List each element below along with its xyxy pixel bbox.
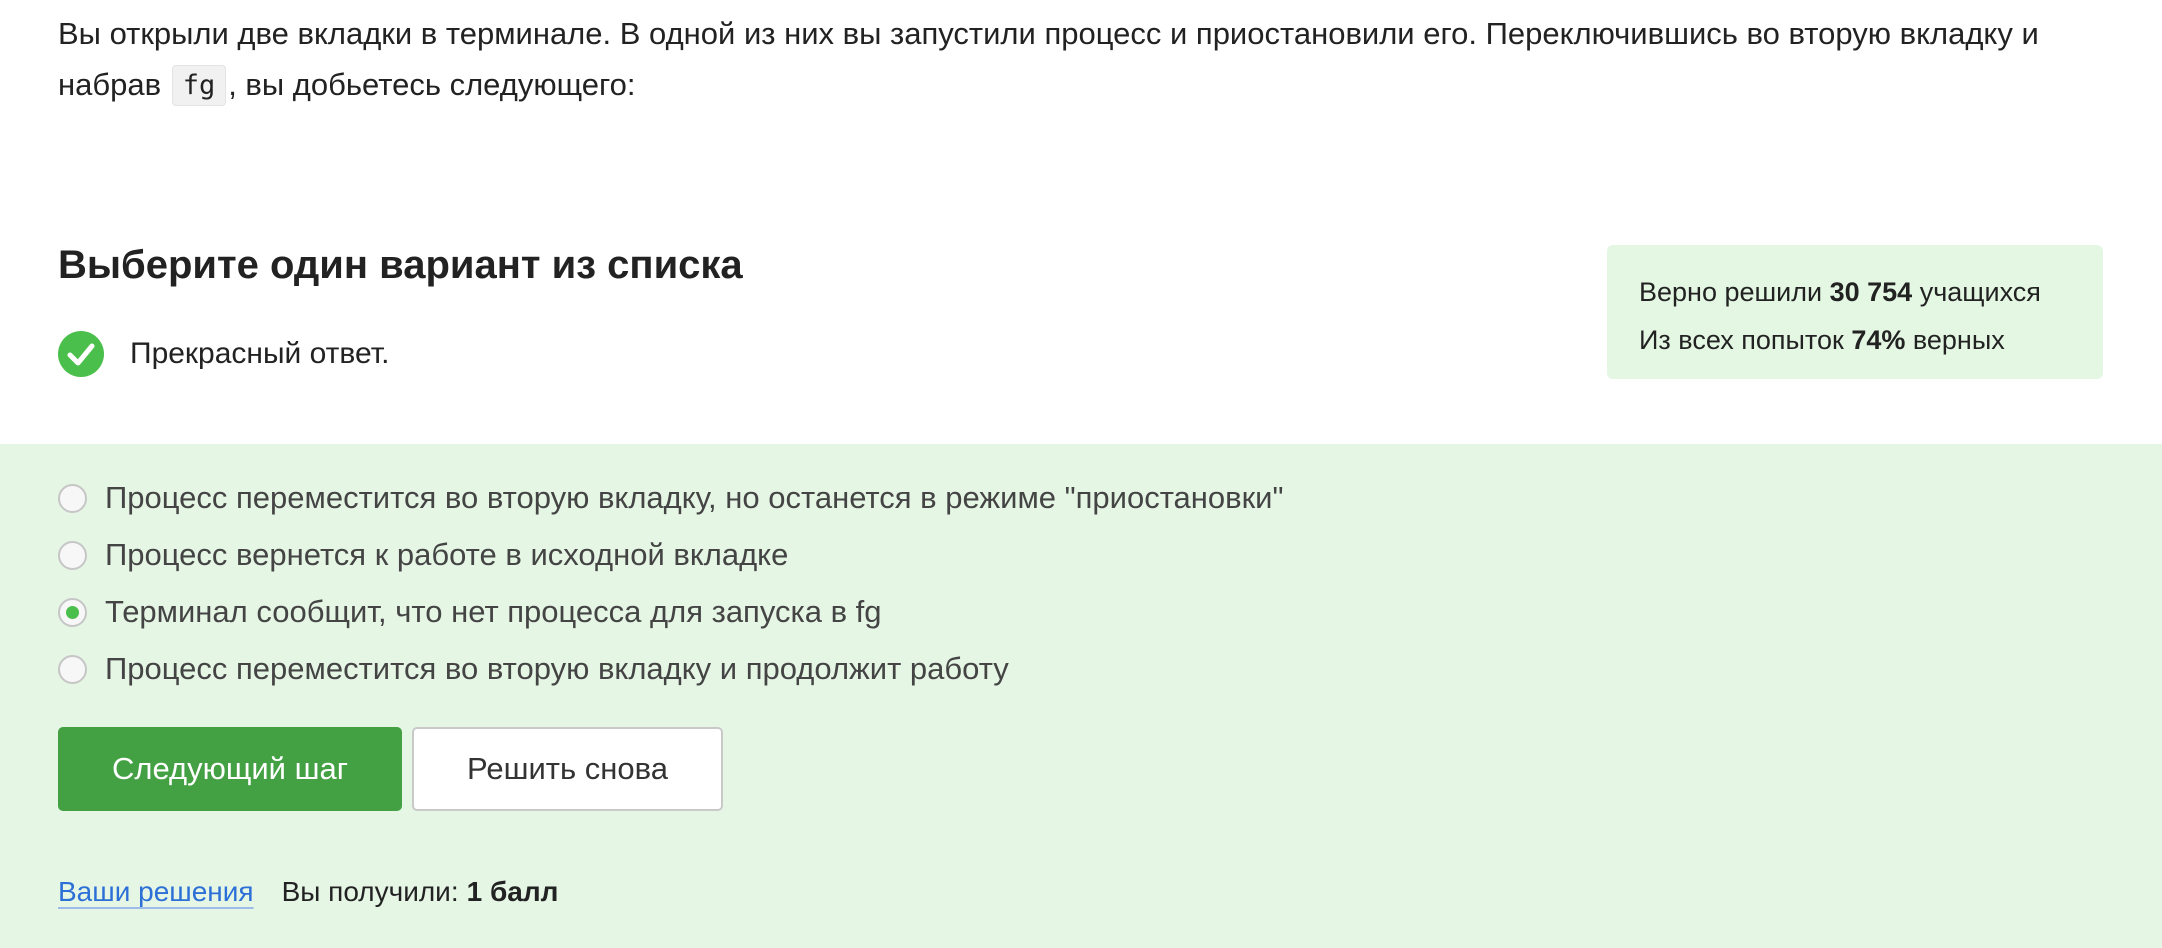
option-label: Терминал сообщит, что нет процесса для з… [105,594,882,629]
score-value: 1 балл [466,876,559,907]
option-label: Процесс переместится во вторую вкладку, … [105,480,1284,515]
option-label: Процесс вернется к работе в исходной вкл… [105,537,789,572]
task-heading: Выберите один вариант из списка [58,243,743,287]
your-solutions-link[interactable]: Ваши решения [58,876,254,908]
option-2[interactable]: Процесс вернется к работе в исходной вкл… [58,535,788,575]
stats-percent-line: Из всех попыток 74% верных [1639,316,2103,364]
stats-solved-prefix: Верно решили [1639,277,1830,307]
stats-percent-suffix: верных [1905,325,2005,355]
stats-solved-suffix: учащихся [1912,277,2041,307]
stats-percent-value: 74% [1851,325,1906,355]
result-feedback: Прекрасный ответ. [58,331,389,377]
radio-button[interactable] [58,483,87,513]
stats-solved-line: Верно решили 30 754 учащихся [1639,268,2103,316]
radio-button-selected[interactable] [58,597,87,627]
option-label: Процесс переместится во вторую вкладку и… [105,651,1009,686]
stats-panel: Верно решили 30 754 учащихся Из всех поп… [1607,245,2103,379]
question-text: Вы открыли две вкладки в терминале. В од… [58,8,2098,112]
stats-percent-prefix: Из всех попыток [1639,325,1852,355]
inline-code: fg [171,65,227,106]
check-circle-icon [58,331,104,377]
stats-solved-count: 30 754 [1829,277,1913,307]
footer: Ваши решения Вы получили: 1 балл [58,872,558,912]
option-3[interactable]: Терминал сообщит, что нет процесса для з… [58,592,882,632]
result-message: Прекрасный ответ. [130,337,390,370]
score-prefix: Вы получили: [281,876,459,907]
next-step-button[interactable]: Следующий шаг [58,727,402,811]
option-1[interactable]: Процесс переместится во вторую вкладку, … [58,478,1284,518]
radio-button[interactable] [58,540,87,570]
radio-button[interactable] [58,654,87,684]
option-4[interactable]: Процесс переместится во вторую вкладку и… [58,649,1009,689]
question-text-part-2: , вы добьетесь следующего: [228,67,636,102]
solve-again-button[interactable]: Решить снова [412,727,723,811]
